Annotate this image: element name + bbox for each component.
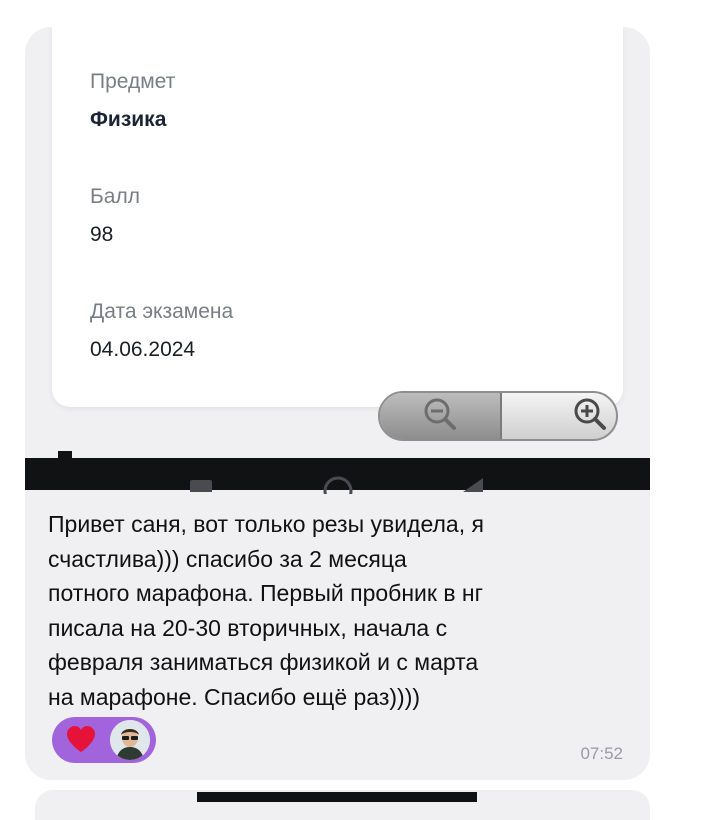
next-message-image-edge xyxy=(197,792,477,802)
exam-result-card: Предмет Физика Балл 98 Дата экзамена 04.… xyxy=(52,27,623,407)
heart-icon xyxy=(67,726,95,752)
reaction-badge[interactable] xyxy=(52,717,156,763)
exam-date-label: Дата экзамена xyxy=(90,300,234,323)
score-label: Балл xyxy=(90,185,140,208)
subject-label: Предмет xyxy=(90,70,176,93)
message-text: Привет саня, вот только резы увидела, я … xyxy=(48,511,484,710)
zoom-in-button[interactable] xyxy=(498,393,616,439)
zoom-control[interactable] xyxy=(378,391,618,441)
zoom-out-button[interactable] xyxy=(380,393,500,439)
score-value: 98 xyxy=(90,223,114,246)
zoom-out-icon xyxy=(420,394,460,439)
reactor-avatar[interactable] xyxy=(110,720,150,760)
nav-square-icon xyxy=(190,480,212,492)
subject-value: Физика xyxy=(90,108,167,131)
message-time: 07:52 xyxy=(580,744,623,763)
nav-home-icon xyxy=(323,476,353,494)
screenshot-nav-bar xyxy=(25,458,650,494)
nav-back-icon xyxy=(463,478,483,492)
exam-date-value: 04.06.2024 xyxy=(90,338,196,361)
zoom-in-icon xyxy=(570,394,610,439)
message-bubble[interactable]: Предмет Физика Балл 98 Дата экзамена 04.… xyxy=(25,27,650,780)
